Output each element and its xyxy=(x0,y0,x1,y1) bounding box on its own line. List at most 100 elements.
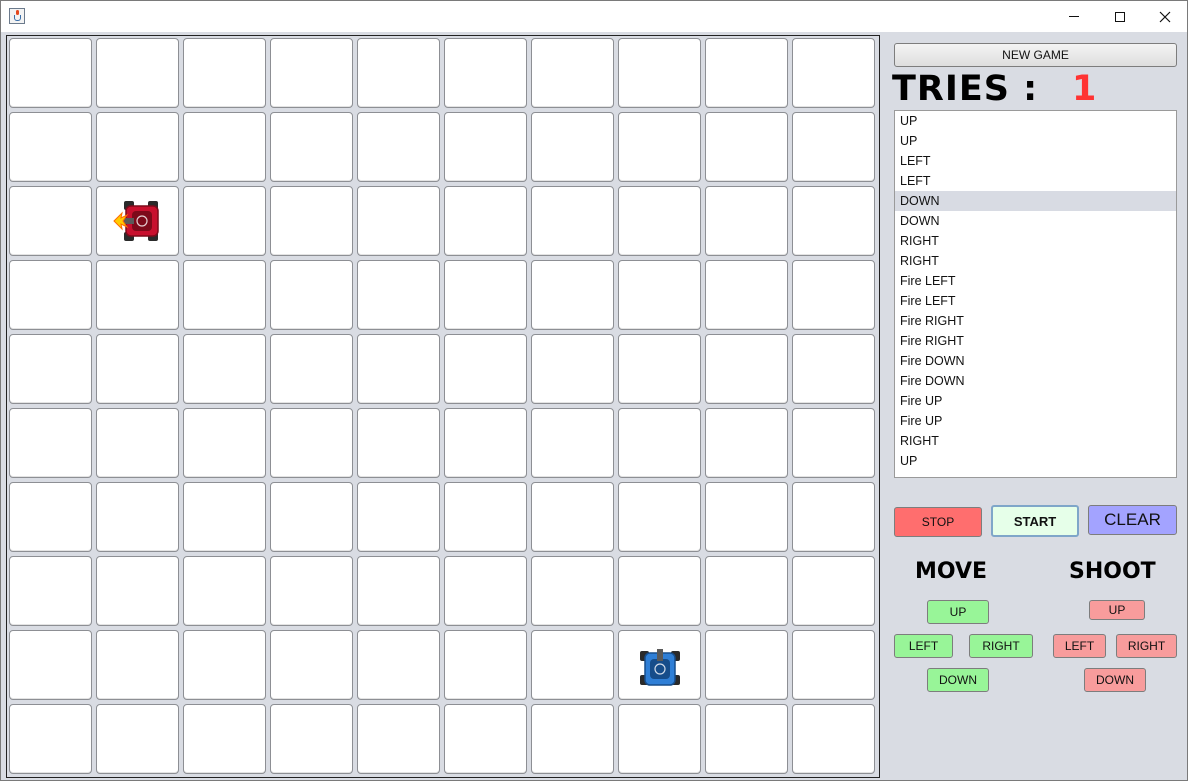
board-cell xyxy=(792,112,875,182)
board-cell xyxy=(96,704,179,774)
stop-button[interactable]: STOP xyxy=(894,507,982,537)
board-cell xyxy=(96,260,179,330)
board-cell xyxy=(705,704,788,774)
command-list-item[interactable]: UP xyxy=(895,451,1176,471)
board-cell xyxy=(618,408,701,478)
board-cell xyxy=(357,482,440,552)
board-cell xyxy=(531,556,614,626)
command-list-item[interactable]: UP xyxy=(895,131,1176,151)
command-list-item[interactable]: Fire RIGHT xyxy=(895,331,1176,351)
move-heading: MOVE xyxy=(915,559,988,584)
board-cell xyxy=(444,112,527,182)
command-list-item[interactable]: RIGHT xyxy=(895,231,1176,251)
board-cell xyxy=(531,334,614,404)
board-cell xyxy=(96,112,179,182)
command-list-item[interactable]: LEFT xyxy=(895,171,1176,191)
command-list-item[interactable]: Fire DOWN xyxy=(895,371,1176,391)
board-cell xyxy=(792,260,875,330)
board-cell xyxy=(444,556,527,626)
board-cell xyxy=(357,112,440,182)
board-cell xyxy=(9,704,92,774)
board-cell xyxy=(705,260,788,330)
board-cell xyxy=(183,482,266,552)
command-list[interactable]: UP UP LEFT LEFT DOWN DOWN RIGHT RIGHT Fire LEFT F… xyxy=(894,110,1177,478)
board-cell xyxy=(792,704,875,774)
board-cell xyxy=(618,482,701,552)
move-left-button[interactable]: LEFT xyxy=(894,634,953,658)
command-list-item[interactable]: Fire UP xyxy=(895,411,1176,431)
game-board xyxy=(6,35,880,778)
command-list-item[interactable]: DOWN xyxy=(895,211,1176,231)
command-list-item[interactable]: RIGHT xyxy=(895,431,1176,451)
board-cell xyxy=(618,38,701,108)
red-tank-icon xyxy=(112,195,164,247)
board-cell xyxy=(357,186,440,256)
command-list-item[interactable]: UP xyxy=(895,111,1176,131)
board-cell xyxy=(9,408,92,478)
board-cell xyxy=(444,334,527,404)
close-icon[interactable] xyxy=(1142,1,1188,32)
board-cell xyxy=(531,482,614,552)
command-list-item[interactable]: Fire LEFT xyxy=(895,291,1176,311)
board-cell xyxy=(531,260,614,330)
shoot-left-button[interactable]: LEFT xyxy=(1053,634,1106,658)
shoot-heading: SHOOT xyxy=(1069,559,1156,584)
board-cell xyxy=(270,704,353,774)
board-cell xyxy=(792,38,875,108)
app-window: NEW GAME TRIES : 1 UP UP LEFT LEFT DOWN DOWN R… xyxy=(0,0,1188,781)
board-cell xyxy=(705,186,788,256)
board-cell xyxy=(96,556,179,626)
board-cell xyxy=(618,334,701,404)
new-game-button[interactable]: NEW GAME xyxy=(894,43,1177,67)
shoot-right-button[interactable]: RIGHT xyxy=(1116,634,1177,658)
command-list-item[interactable]: Fire DOWN xyxy=(895,351,1176,371)
board-cell xyxy=(618,112,701,182)
command-list-item[interactable]: Fire UP xyxy=(895,391,1176,411)
board-cell xyxy=(183,260,266,330)
board-cell xyxy=(270,38,353,108)
board-cell xyxy=(183,408,266,478)
command-list-item[interactable]: DOWN xyxy=(895,191,1176,211)
board-cell xyxy=(9,482,92,552)
board-cell xyxy=(792,334,875,404)
board-cell xyxy=(444,186,527,256)
board-cell xyxy=(444,408,527,478)
board-cell xyxy=(531,38,614,108)
board-cell xyxy=(270,482,353,552)
command-list-item[interactable]: Fire LEFT xyxy=(895,271,1176,291)
move-down-button[interactable]: DOWN xyxy=(927,668,989,692)
move-up-button[interactable]: UP xyxy=(927,600,989,624)
command-list-item[interactable]: LEFT xyxy=(895,151,1176,171)
shoot-up-button[interactable]: UP xyxy=(1089,600,1145,620)
board-cell xyxy=(357,408,440,478)
board-cell xyxy=(705,38,788,108)
clear-button[interactable]: CLEAR xyxy=(1088,505,1177,535)
board-cell xyxy=(183,112,266,182)
board-cell xyxy=(183,186,266,256)
board-cell xyxy=(9,38,92,108)
move-right-button[interactable]: RIGHT xyxy=(969,634,1033,658)
board-cell xyxy=(618,556,701,626)
shoot-down-button[interactable]: DOWN xyxy=(1084,668,1146,692)
tries-count: 1 xyxy=(1072,69,1097,109)
board-cell xyxy=(444,704,527,774)
tries-label: TRIES : xyxy=(892,69,1039,109)
command-list-item[interactable]: RIGHT xyxy=(895,251,1176,271)
board-cell xyxy=(183,704,266,774)
board-cell xyxy=(444,482,527,552)
board-cell xyxy=(270,334,353,404)
board-cell xyxy=(96,334,179,404)
board-cell xyxy=(705,482,788,552)
maximize-icon[interactable] xyxy=(1097,1,1143,32)
board-cell xyxy=(183,630,266,700)
board-cell xyxy=(270,556,353,626)
board-cell xyxy=(792,186,875,256)
board-cell xyxy=(270,186,353,256)
board-cell xyxy=(357,38,440,108)
command-list-item[interactable]: Fire RIGHT xyxy=(895,311,1176,331)
board-cell xyxy=(531,186,614,256)
minimize-icon[interactable] xyxy=(1051,1,1097,32)
board-cell xyxy=(531,408,614,478)
board-cell xyxy=(444,630,527,700)
start-button[interactable]: START xyxy=(991,505,1079,537)
